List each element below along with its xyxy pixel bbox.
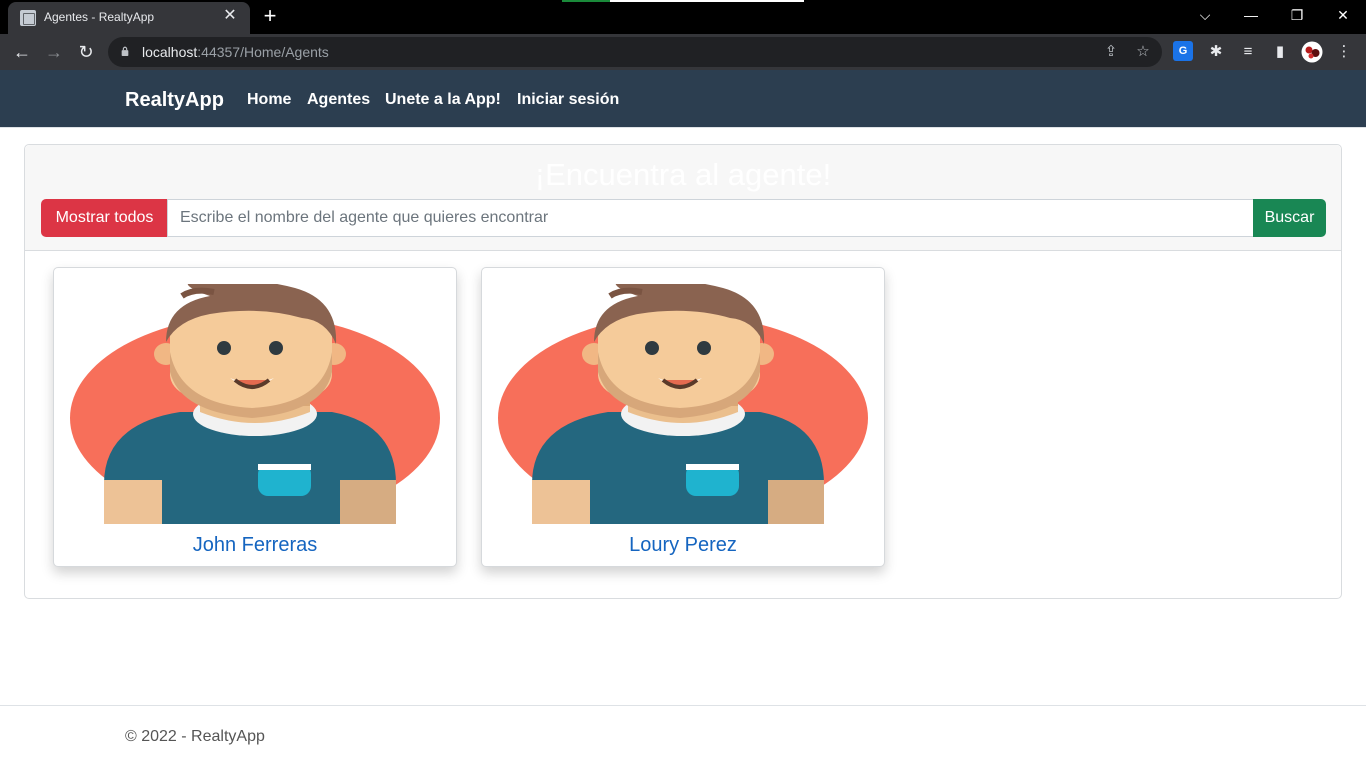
page-favicon-icon (20, 10, 36, 26)
window-close-icon[interactable]: ✕ (1320, 0, 1366, 32)
url-path: :44357/Home/Agents (197, 44, 329, 60)
loading-indicator (562, 0, 804, 2)
extensions-icon[interactable]: ✱ (1205, 41, 1227, 63)
menu-icon[interactable]: ⋮ (1333, 41, 1355, 63)
agent-name[interactable]: John Ferreras (54, 534, 456, 557)
minimize-icon[interactable]: — (1228, 0, 1274, 32)
forward-icon[interactable]: → (40, 38, 68, 66)
address-bar[interactable]: localhost:44357/Home/Agents ⇪ ☆ (108, 37, 1162, 67)
url-host: localhost (142, 44, 198, 60)
media-icon[interactable]: ≡ (1237, 41, 1259, 63)
agents-panel: ¡Encuentra al agente! Mostrar todos Busc… (24, 144, 1342, 599)
agent-card[interactable]: Loury Perez (481, 267, 885, 567)
page-footer: © 2022 - RealtyApp (0, 705, 1366, 768)
browser-tab[interactable]: Agentes - RealtyApp ✕ (8, 2, 250, 34)
brand-logo[interactable]: RealtyApp (125, 89, 224, 112)
nav-link-agentes[interactable]: Agentes (307, 91, 370, 109)
nav-link-home[interactable]: Home (247, 91, 291, 109)
male-agent-avatar (70, 284, 440, 524)
loading-indicator-fill (562, 0, 610, 2)
side-panel-icon[interactable]: ▮ (1269, 41, 1291, 63)
share-icon[interactable]: ⇪ (1100, 41, 1122, 63)
back-icon[interactable]: ← (8, 38, 36, 66)
new-tab-icon[interactable]: + (258, 5, 282, 29)
agent-card[interactable]: John Ferreras (53, 267, 457, 567)
nav-link-join[interactable]: Unete a la App! (385, 91, 501, 109)
agent-search-input[interactable] (167, 199, 1254, 237)
browser-toolbar: ← → ↻ localhost:44357/Home/Agents ⇪ ☆ G … (0, 34, 1366, 70)
footer-copyright: © 2022 - RealtyApp (125, 728, 265, 745)
lock-icon[interactable] (120, 46, 130, 56)
translate-icon[interactable]: G (1173, 41, 1193, 61)
nav-link-login[interactable]: Iniciar sesión (517, 91, 619, 109)
restore-icon[interactable]: ❐ (1274, 0, 1320, 32)
browser-tab-strip: Agentes - RealtyApp ✕ + ⌵ — ❐ ✕ (0, 0, 1366, 34)
agent-name[interactable]: Loury Perez (482, 534, 884, 557)
search-panel-header: ¡Encuentra al agente! Mostrar todos Busc… (25, 145, 1341, 251)
tab-title: Agentes - RealtyApp (44, 10, 155, 24)
reload-icon[interactable]: ↻ (72, 38, 100, 66)
profile-avatar[interactable] (1301, 41, 1323, 63)
star-icon[interactable]: ☆ (1132, 41, 1154, 63)
search-button[interactable]: Buscar (1253, 199, 1326, 237)
top-navbar: RealtyApp Home Agentes Unete a la App! I… (0, 70, 1366, 128)
tab-search-icon[interactable]: ⌵ (1182, 0, 1228, 32)
tab-close-icon[interactable]: ✕ (220, 6, 240, 26)
search-title: ¡Encuentra al agente! (534, 157, 832, 192)
show-all-button[interactable]: Mostrar todos (41, 199, 168, 237)
url-text: localhost:44357/Home/Agents (142, 44, 329, 60)
male-agent-avatar (498, 284, 868, 524)
